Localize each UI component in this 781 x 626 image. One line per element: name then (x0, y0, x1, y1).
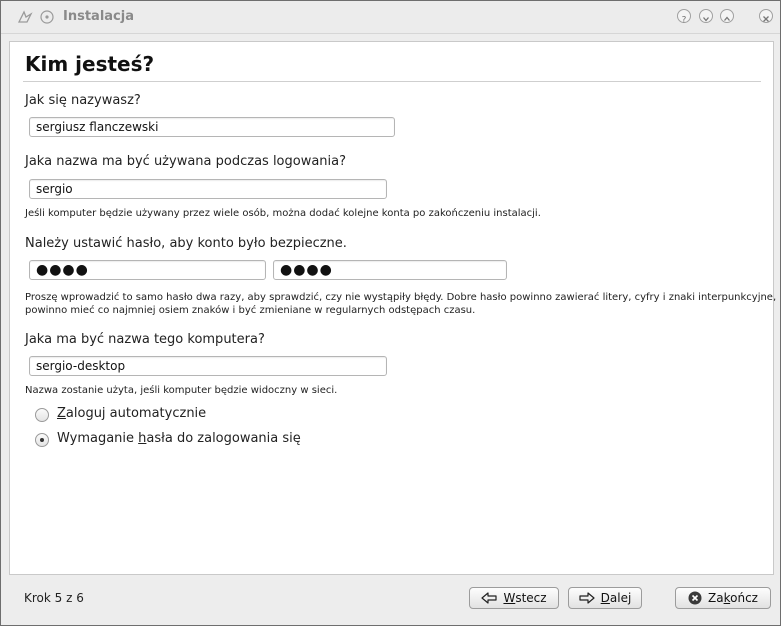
arrow-left-icon (481, 592, 498, 604)
password-hint-line1: Proszę wprowadzić to samo hasło dwa razy… (25, 292, 777, 303)
next-button[interactable]: Dalej (568, 587, 642, 609)
autologin-radio-label[interactable]: Zaloguj automatycznie (57, 406, 206, 421)
help-icon[interactable]: ? (677, 9, 691, 26)
next-button-label: Dalej (600, 591, 632, 605)
password-input[interactable] (29, 260, 266, 280)
password-confirm-input[interactable] (273, 260, 507, 280)
autologin-radio-text: aloguj automatycznie (65, 406, 207, 421)
window-title: Instalacja (63, 9, 134, 24)
quit-button[interactable]: Zakończ (675, 587, 771, 609)
login-hint: Jeśli komputer będzie używany przez wiel… (25, 208, 541, 219)
title-bar: Instalacja ? (1, 1, 780, 34)
svg-text:?: ? (682, 16, 687, 26)
installer-icon[interactable] (17, 9, 33, 25)
back-button-label: Wstecz (503, 591, 547, 605)
hostname-hint: Nazwa zostanie użyta, jeśli komputer będ… (25, 385, 338, 396)
autologin-radio[interactable] (35, 408, 49, 422)
back-button[interactable]: Wstecz (469, 587, 559, 609)
arrow-right-icon (579, 592, 595, 604)
title-divider (23, 81, 761, 82)
minimize-icon[interactable] (699, 9, 713, 23)
installer-window: Instalacja ? Kim jesteś? Jak się nazywas… (0, 0, 781, 626)
login-label: Jaka nazwa ma być używana podczas logowa… (25, 154, 347, 169)
maximize-icon[interactable] (720, 9, 734, 23)
quit-button-label: Zakończ (708, 591, 758, 605)
page-title: Kim jesteś? (25, 52, 155, 76)
step-indicator: Krok 5 z 6 (24, 591, 84, 605)
password-hint-line2: powinno mieć co najmniej osiem znaków i … (25, 305, 476, 316)
require-password-radio[interactable] (35, 433, 49, 447)
hostname-label: Jaka ma być nazwa tego komputera? (25, 332, 265, 347)
name-label: Jak się nazywasz? (25, 93, 141, 108)
cancel-icon (688, 591, 702, 605)
close-icon[interactable] (759, 9, 773, 23)
password-label: Należy ustawić hasło, aby konto było bez… (25, 236, 347, 251)
require-password-radio-label[interactable]: Wymaganie hasła do zalogowania się (57, 431, 301, 446)
username-input[interactable] (29, 179, 387, 199)
full-name-input[interactable] (29, 117, 395, 137)
hostname-input[interactable] (29, 356, 387, 376)
window-menu-icon[interactable] (39, 9, 55, 25)
